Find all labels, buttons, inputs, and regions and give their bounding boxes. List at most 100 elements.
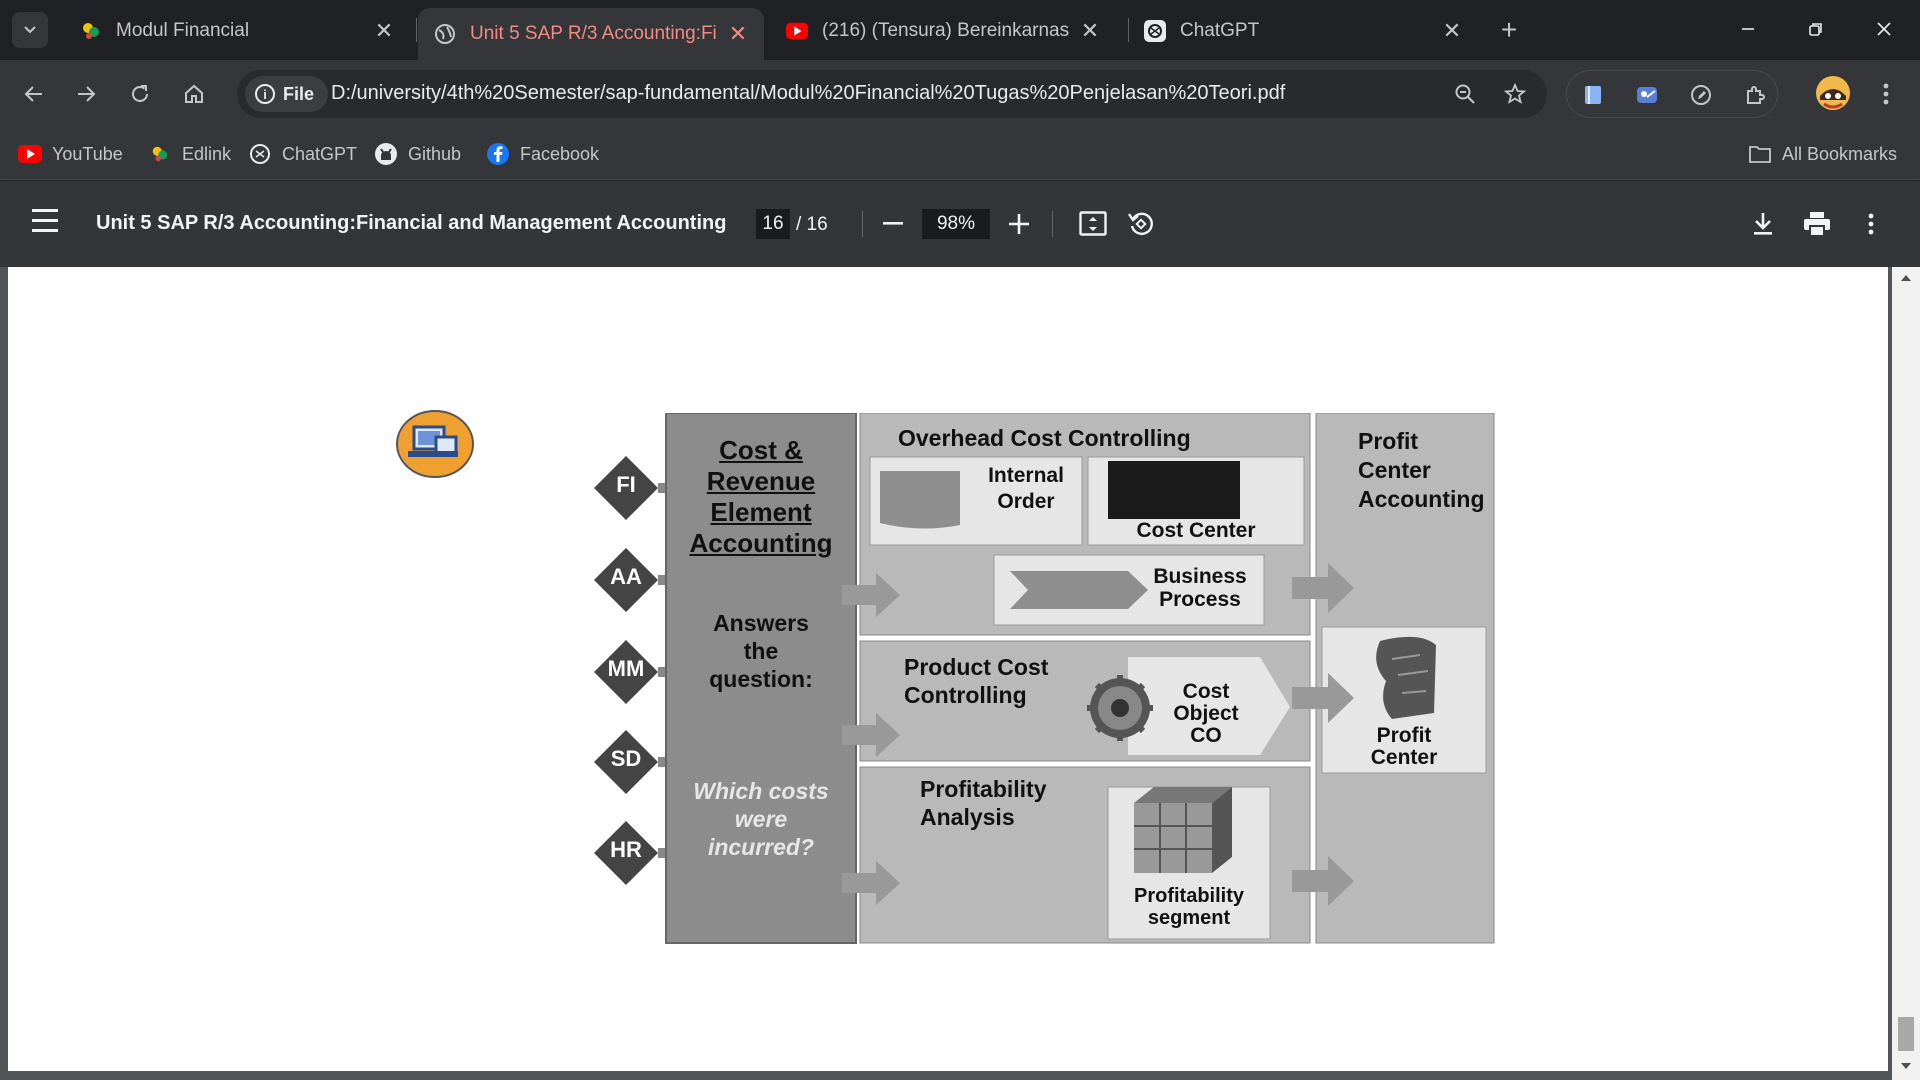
overhead-title: Overhead Cost Controlling [898,425,1191,451]
zoom-page-icon[interactable] [1451,80,1479,108]
pdf-more-button[interactable] [1854,207,1888,241]
toolbar-divider [862,211,863,237]
extension-book-icon[interactable] [1579,81,1607,109]
plus-icon [1009,214,1029,234]
tab-close-button[interactable]: ✕ [1080,18,1100,44]
text-line: Profitability [920,776,1047,802]
title-line: Revenue [706,466,816,496]
tab-close-button[interactable]: ✕ [1442,18,1462,44]
download-button[interactable] [1746,207,1780,241]
title-line: Accounting [689,528,833,558]
close-window-button[interactable] [1850,0,1918,58]
tab-close-button[interactable]: ✕ [374,18,394,44]
text-line: CO [1190,724,1222,747]
chatgpt-icon [1144,20,1166,42]
bookmark-youtube[interactable]: YouTube [18,140,123,168]
pdf-sidebar-menu-icon[interactable] [32,209,64,239]
viewer-scrollbar[interactable] [1892,267,1920,1080]
browser-toolbar: i File D:/university/4th%20Semester/sap-… [0,60,1920,128]
youtube-icon [18,142,42,166]
tab-search-button[interactable] [12,12,48,48]
bookmark-label: ChatGPT [282,143,358,164]
rotate-icon [1128,212,1153,235]
restore-button[interactable] [1782,0,1850,58]
tab-modul-financial[interactable]: Modul Financial ✕ [64,8,410,54]
bookmark-edlink[interactable]: Edlink [148,140,231,168]
scroll-thumb[interactable] [1898,1017,1914,1051]
print-icon [1804,212,1830,237]
title-line: Element [710,497,812,527]
bookmark-github[interactable]: Github [374,140,461,168]
bookmark-facebook[interactable]: Facebook [486,140,599,168]
tab-youtube[interactable]: (216) (Tensura) Bereinkarnasi M ✕ [770,8,1116,54]
text-line: Object [1173,702,1239,725]
zoom-in-button[interactable] [1002,207,1036,241]
rotate-button[interactable] [1124,207,1158,241]
all-bookmarks-label: All Bookmarks [1782,143,1898,164]
scroll-down-arrow-icon[interactable] [1901,1063,1911,1069]
text-line: Business [1153,565,1247,588]
text-line: Answers [713,610,809,636]
bookmark-chatgpt[interactable]: ChatGPT [248,140,357,168]
print-button[interactable] [1800,207,1834,241]
tab-title: ChatGPT [1180,20,1260,41]
facebook-icon [486,142,510,166]
all-bookmarks-button[interactable]: All Bookmarks [1748,140,1897,168]
text-line: Profit [1358,428,1419,454]
fit-to-page-button[interactable] [1076,207,1110,241]
page-number-input[interactable]: 16 [756,209,790,239]
text-line: Process [1159,588,1241,611]
text-line: were [734,806,788,832]
toolbar-divider [1052,211,1053,237]
text-line: Profit [1376,724,1432,747]
forward-button[interactable] [66,74,106,114]
fit-page-icon [1079,211,1107,236]
more-vert-icon [1868,213,1874,235]
bookmark-star-icon[interactable] [1501,80,1529,108]
extension-chat-icon[interactable] [1633,81,1661,109]
text-line: Internal [988,464,1064,487]
tab-chatgpt[interactable]: ChatGPT ✕ [1128,8,1478,54]
text-line: incurred? [707,834,815,860]
zoom-out-button[interactable] [876,207,910,241]
cube-icon [1134,787,1232,873]
scroll-up-arrow-icon[interactable] [1901,275,1911,281]
profile-avatar[interactable] [1816,76,1850,110]
text-line: Cost [1182,680,1230,703]
site-info-chip[interactable]: i File [245,76,329,112]
module-label-mm: MM [607,656,645,681]
page-total: / 16 [796,214,828,235]
bookmarks-bar: YouTube Edlink ChatGPT Github Facebook A… [0,128,1920,180]
tab-unit5-pdf[interactable]: Unit 5 SAP R/3 Accounting:Financ ✕ [418,8,764,60]
tab-title: Modul Financial [116,20,250,41]
internal-order-shape [880,471,960,529]
module-label-hr: HR [610,837,642,862]
extension-compass-icon[interactable] [1687,81,1715,109]
module-label-fi: FI [616,472,636,497]
minimize-icon [1742,28,1754,30]
new-tab-button[interactable]: + [1493,14,1525,46]
module-label-aa: AA [610,564,642,589]
download-icon [1754,213,1772,235]
github-icon [374,142,398,166]
text-line: Product Cost [904,654,1049,680]
arrow-right-icon [78,86,96,102]
close-icon [1877,22,1891,36]
tab-close-button[interactable]: ✕ [728,21,748,47]
business-process-arrow [1010,571,1148,609]
minimize-button[interactable] [1714,0,1782,58]
edlink-icon [80,20,102,42]
extensions-puzzle-icon[interactable] [1741,81,1769,109]
url-text[interactable]: D:/university/4th%20Semester/sap-fundame… [331,82,1285,105]
back-button[interactable] [14,74,54,114]
browser-menu-button[interactable] [1872,78,1900,110]
reload-button[interactable] [120,74,160,114]
home-button[interactable] [174,74,214,114]
address-bar[interactable]: i File D:/university/4th%20Semester/sap-… [237,70,1547,118]
profitability-title: Profitability Analysis [920,775,1047,831]
business-process-label: Business Process [1142,565,1258,611]
internal-order-label: Internal Order [976,463,1076,515]
profit-center-accounting-title: Profit Center Accounting [1358,427,1485,514]
extensions-group [1566,70,1778,118]
zoom-level-input[interactable]: 98% [922,209,990,239]
